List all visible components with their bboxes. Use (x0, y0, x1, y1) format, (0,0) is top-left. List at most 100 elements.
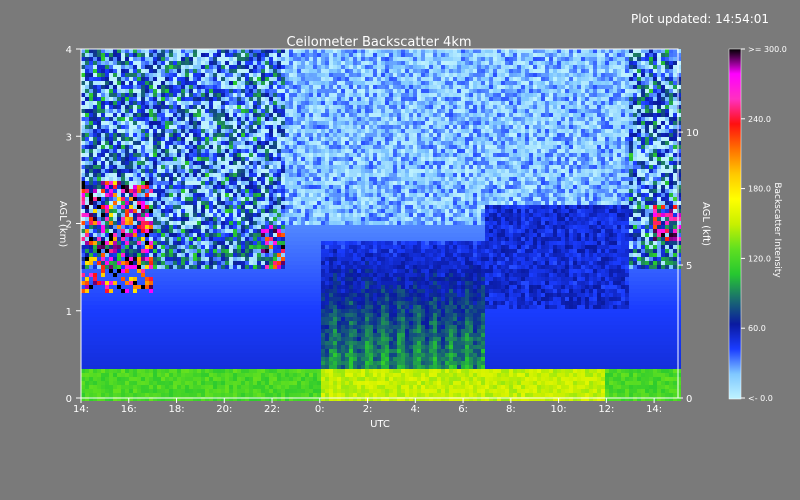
heatmap-cell (461, 173, 465, 177)
heatmap-cell (577, 153, 581, 157)
heatmap-cell (277, 93, 281, 97)
heatmap-cell (445, 77, 449, 81)
heatmap-cell (133, 145, 137, 149)
heatmap-cell (301, 141, 305, 145)
heatmap-cell (329, 121, 333, 125)
heatmap-cell (225, 77, 229, 81)
heatmap-cell (273, 89, 277, 93)
heatmap-cell (133, 93, 137, 97)
heatmap-cell (413, 173, 417, 177)
heatmap-cell (633, 53, 637, 57)
heatmap-cell (569, 141, 573, 145)
heatmap-cell (101, 149, 105, 153)
heatmap-cell (457, 49, 461, 53)
heatmap-cell (293, 93, 297, 97)
heatmap-cell (213, 101, 217, 105)
heatmap-cell (461, 69, 465, 73)
heatmap-cell (257, 109, 261, 113)
heatmap-cell (453, 173, 457, 177)
heatmap-cell (297, 121, 301, 125)
heatmap-cell (265, 97, 269, 101)
heatmap-cell (109, 133, 113, 137)
heatmap-cell (485, 61, 489, 65)
heatmap-cell (505, 61, 509, 65)
heatmap-cell (429, 73, 433, 77)
heatmap-cell (517, 69, 521, 73)
heatmap-cell (569, 129, 573, 133)
heatmap-cell (213, 157, 217, 161)
heatmap-cell (529, 153, 533, 157)
heatmap-cell (217, 141, 221, 145)
heatmap-cell (313, 165, 317, 169)
heatmap-cell (353, 61, 357, 65)
heatmap-cell (581, 157, 585, 161)
heatmap-cell (325, 65, 329, 69)
heatmap-cell (157, 73, 161, 77)
heatmap-cell (105, 137, 109, 141)
heatmap-cell (505, 133, 509, 137)
heatmap-cell (93, 105, 97, 109)
heatmap-cell (269, 77, 273, 81)
heatmap-cell (153, 141, 157, 145)
heatmap-cell (113, 157, 117, 161)
heatmap-cell (89, 125, 93, 129)
heatmap-cell (617, 121, 621, 125)
heatmap-cell (641, 137, 645, 141)
heatmap-cell (493, 133, 497, 137)
heatmap-cell (253, 141, 257, 145)
heatmap-cell (97, 81, 101, 85)
heatmap-cell (269, 137, 273, 141)
heatmap-cell (329, 125, 333, 129)
heatmap-cell (369, 165, 373, 169)
heatmap-cell (221, 69, 225, 73)
heatmap-cell (285, 109, 289, 113)
heatmap-cell (601, 113, 605, 117)
heatmap-cell (317, 85, 321, 89)
heatmap-cell (581, 165, 585, 169)
heatmap-cell (401, 141, 405, 145)
heatmap-cell (229, 97, 233, 101)
heatmap-cell (365, 165, 369, 169)
heatmap-cell (521, 117, 525, 121)
heatmap-cell (361, 81, 365, 85)
heatmap-cell (197, 133, 201, 137)
heatmap-cell (433, 65, 437, 69)
heatmap-cell (89, 77, 93, 81)
heatmap-cell (297, 133, 301, 137)
heatmap-cell (665, 105, 669, 109)
heatmap-cell (421, 101, 425, 105)
heatmap-cell (141, 73, 145, 77)
heatmap-cell (505, 157, 509, 161)
heatmap-cell (221, 157, 225, 161)
heatmap-cell (177, 173, 181, 177)
heatmap-cell (269, 129, 273, 133)
heatmap-cell (105, 157, 109, 161)
heatmap-cell (517, 161, 521, 165)
heatmap-cell (613, 61, 617, 65)
heatmap-cell (249, 157, 253, 161)
heatmap-cell (393, 129, 397, 133)
heatmap-cell (437, 125, 441, 129)
heatmap-cell (393, 157, 397, 161)
heatmap-cell (465, 49, 469, 53)
heatmap-cell (561, 65, 565, 69)
heatmap-cell (89, 105, 93, 109)
heatmap-cell (121, 117, 125, 121)
heatmap-cell (105, 161, 109, 165)
heatmap-cell (325, 101, 329, 105)
heatmap-cell (165, 61, 169, 65)
heatmap-cell (121, 57, 125, 61)
heatmap-cell (433, 81, 437, 85)
heatmap-cell (525, 137, 529, 141)
heatmap-cell (565, 97, 569, 101)
heatmap-cell (381, 133, 385, 137)
heatmap-cell (189, 69, 193, 73)
heatmap-cell (245, 105, 249, 109)
heatmap-cell (297, 61, 301, 65)
heatmap-cell (281, 169, 285, 173)
heatmap-cell (197, 77, 201, 81)
heatmap-cell (285, 89, 289, 93)
heatmap-cell (141, 53, 145, 57)
heatmap-cell (157, 161, 161, 165)
heatmap-cell (465, 109, 469, 113)
